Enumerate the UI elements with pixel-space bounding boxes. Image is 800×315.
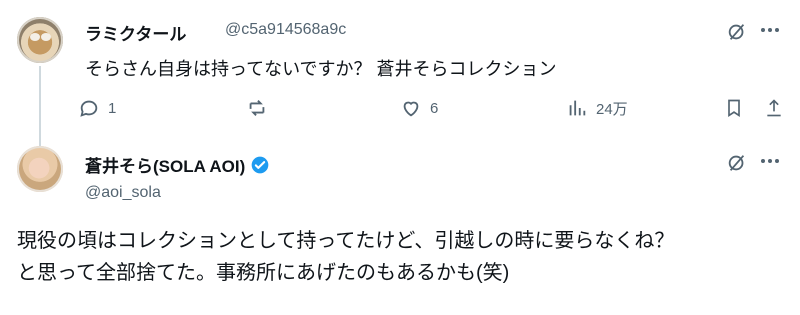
grok-icon[interactable] [726,21,748,43]
user-handle[interactable]: @aoi_sola [85,184,161,202]
avatar[interactable] [17,146,63,192]
views-icon [569,100,586,116]
repost-button[interactable] [245,97,277,119]
reply-icon [80,100,98,117]
like-icon [403,101,419,117]
grok-icon[interactable] [726,152,748,174]
tweet-text: 現役の頃はコレクションとして持ってたけど、引越しの時に要らなくね？ と思って全部… [17,225,787,289]
views-count: 24万 [596,100,628,118]
display-name[interactable]: 蒼井そら(SOLA AOI) [85,152,245,177]
user-handle[interactable]: @c5a914568a9c [225,21,346,39]
reply-button[interactable]: 1 [78,97,116,119]
more-icon[interactable] [760,158,780,164]
views-button[interactable]: 24万 [566,97,628,119]
tweet-text-line: と思って全部捨てた。事務所にあげたのもあるかも(笑) [17,262,510,284]
share-button[interactable] [764,97,784,119]
avatar[interactable] [17,17,63,63]
share-icon [767,99,781,117]
reply-count: 1 [108,99,117,117]
like-button[interactable]: 6 [400,97,438,119]
display-name[interactable]: ラミクタール [85,20,186,45]
reply-tweet[interactable]: ラミクタール @c5a914568a9c そらさん自身は持ってないですか？ 蒼井… [0,0,800,136]
tweet-text-line: 現役の頃はコレクションとして持ってたけど、引越しの時に要らなくね？ [17,230,675,252]
like-count: 6 [430,99,439,117]
tweet-text: そらさん自身は持ってないですか？ 蒼井そらコレクション [85,59,557,79]
verified-badge-icon [251,156,269,173]
more-icon[interactable] [760,27,780,33]
display-name-row[interactable]: 蒼井そら(SOLA AOI) [85,152,270,177]
repost-icon [249,100,265,116]
bookmark-icon [728,99,740,118]
bookmark-button[interactable] [724,97,744,119]
